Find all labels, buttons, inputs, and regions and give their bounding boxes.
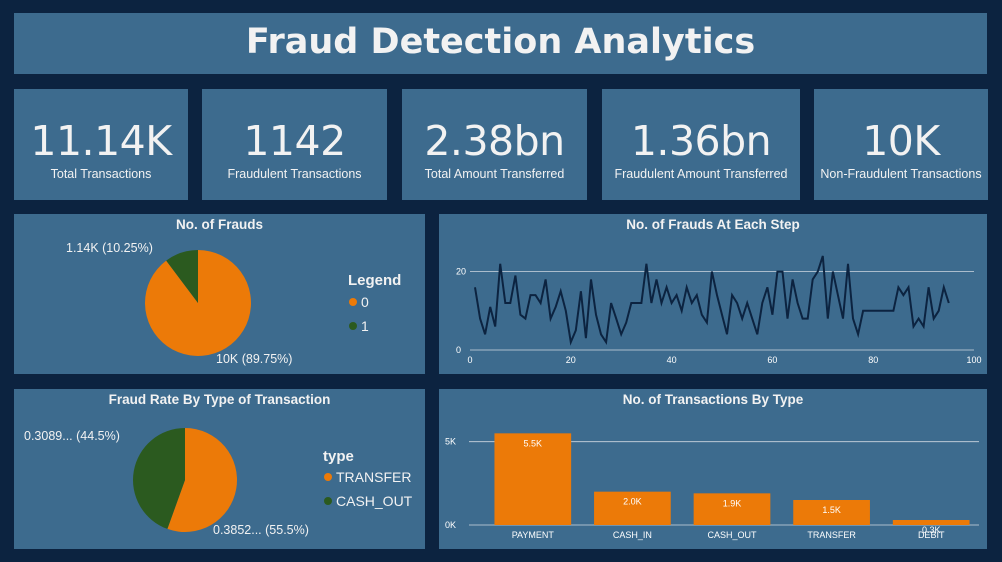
y-tick-label: 0K — [445, 520, 456, 530]
x-tick-label: 0 — [467, 355, 472, 365]
bar-value-label: 1.9K — [723, 498, 742, 508]
kpi-card-total-transactions[interactable]: 11.14K Total Transactions — [14, 89, 188, 200]
kpi-label: Total Amount Transferred — [424, 167, 565, 181]
x-tick-label: PAYMENT — [512, 530, 555, 540]
kpi-label: Fraudulent Amount Transferred — [614, 167, 788, 181]
transactions-bar-chart[interactable]: 0K 5K 5.5K PAYMENT 2.0K CASH_IN 1.9K CASH_OUT 1… — [439, 389, 987, 549]
fraud-rate-panel[interactable]: Fraud Rate By Type of Transaction 0.3089… — [14, 389, 425, 549]
kpi-value: 2.38bn — [424, 117, 565, 165]
dashboard-title: Fraud Detection Analytics — [245, 22, 756, 62]
legend-swatch-0 — [324, 473, 332, 481]
y-tick-label: 5K — [445, 437, 456, 447]
legend-title: Legend — [348, 272, 401, 289]
pie-slice-label: 0.3089... (44.5%) — [24, 429, 120, 443]
x-tick-label: 100 — [966, 355, 981, 365]
kpi-card-fraudulent-transactions[interactable]: 1142 Fraudulent Transactions — [202, 89, 387, 200]
legend-item: TRANSFER — [336, 469, 411, 485]
fraud-rate-pie-chart[interactable]: 0.3089... (44.5%) 0.3852... (55.5%) type… — [14, 389, 425, 549]
title-banner: Fraud Detection Analytics — [14, 13, 987, 74]
x-tick-label: TRANSFER — [807, 530, 856, 540]
x-tick-label: CASH_IN — [613, 530, 652, 540]
bar-value-label: 5.5K — [524, 438, 543, 448]
frauds-step-line-chart[interactable]: 0 20 0 20 40 60 80 100 — [439, 214, 987, 374]
legend-swatch-0 — [349, 298, 357, 306]
x-tick-label: 60 — [767, 355, 777, 365]
frauds-pie-chart[interactable]: 1.14K (10.25%) 10K (89.75%) Legend 0 1 — [14, 214, 425, 374]
kpi-value: 11.14K — [30, 117, 172, 165]
x-tick-label: 80 — [868, 355, 878, 365]
transactions-type-panel[interactable]: No. of Transactions By Type 0K 5K 5.5K PAY… — [439, 389, 987, 549]
x-tick-label: 40 — [667, 355, 677, 365]
legend-title: type — [323, 448, 354, 465]
legend-item: 1 — [361, 318, 369, 334]
x-tick-label: 20 — [566, 355, 576, 365]
pie-slice-label: 0.3852... (55.5%) — [213, 523, 309, 537]
frauds-pie-panel[interactable]: No. of Frauds 1.14K (10.25%) 10K (89.75%… — [14, 214, 425, 374]
kpi-label: Non-Fraudulent Transactions — [820, 167, 982, 181]
kpi-card-non-fraudulent[interactable]: 10K Non-Fraudulent Transactions — [814, 89, 988, 200]
kpi-value: 1142 — [243, 117, 346, 165]
kpi-label: Fraudulent Transactions — [227, 167, 362, 181]
bar-value-label: 1.5K — [822, 505, 841, 515]
pie-slice-label: 10K (89.75%) — [216, 352, 292, 366]
y-tick-label: 20 — [456, 267, 466, 277]
kpi-label: Total Transactions — [50, 167, 152, 181]
legend-item: 0 — [361, 294, 369, 310]
kpi-card-fraudulent-amount[interactable]: 1.36bn Fraudulent Amount Transferred — [602, 89, 800, 200]
x-tick-label: DEBIT — [918, 530, 945, 540]
y-tick-label: 0 — [456, 345, 461, 355]
kpi-card-total-amount[interactable]: 2.38bn Total Amount Transferred — [402, 89, 587, 200]
kpi-value: 1.36bn — [630, 117, 772, 165]
kpi-value: 10K — [862, 117, 940, 165]
frauds-step-panel[interactable]: No. of Frauds At Each Step 0 20 0 20 40 60 80 1… — [439, 214, 987, 374]
x-tick-label: CASH_OUT — [707, 530, 757, 540]
legend-swatch-1 — [324, 497, 332, 505]
pie-slice-label: 1.14K (10.25%) — [66, 241, 153, 255]
bar-value-label: 2.0K — [623, 497, 642, 507]
legend-swatch-1 — [349, 322, 357, 330]
legend-item: CASH_OUT — [336, 493, 413, 509]
series-line — [474, 255, 950, 346]
